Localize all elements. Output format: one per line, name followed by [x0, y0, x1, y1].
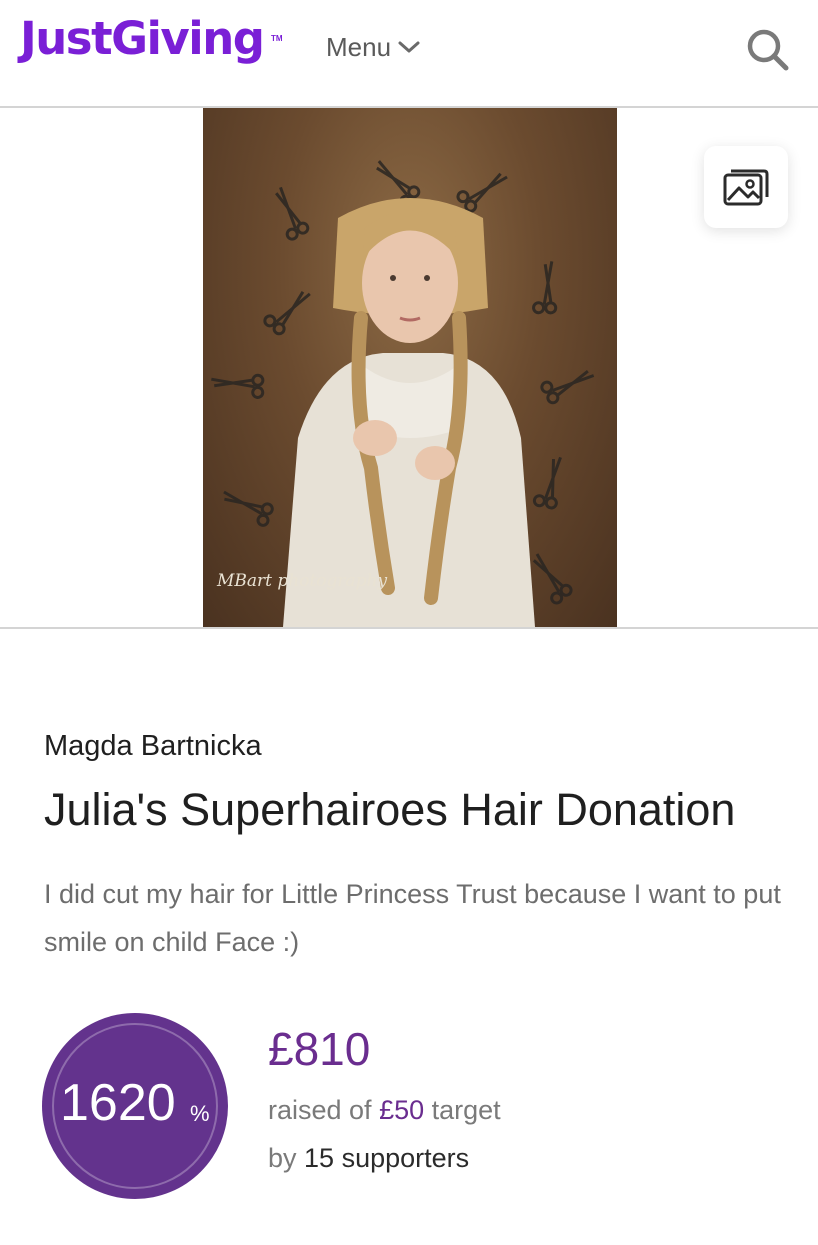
page-story: I did cut my hair for Little Princess Tr… [44, 879, 781, 957]
photo-illustration: MBart photography [211, 160, 595, 627]
fundraiser-photo: MBart photography [203, 108, 617, 627]
supporters-count[interactable]: 15 supporters [304, 1143, 469, 1173]
page-title: Julia's Superhairoes Hair Donation [44, 784, 736, 835]
raised-prefix: raised of [268, 1095, 380, 1125]
progress-percent: 1620 [60, 1074, 176, 1132]
supporters-line: by 15 supporters [268, 1143, 469, 1174]
target-suffix: target [424, 1095, 501, 1125]
target-line: raised of £50 target [268, 1095, 501, 1126]
gallery-icon [723, 169, 769, 206]
trademark-mark: TM [271, 34, 283, 43]
photo-gallery-button[interactable] [704, 146, 788, 228]
raised-amount: £810 [268, 1023, 371, 1075]
menu-button[interactable]: Menu [326, 28, 421, 66]
header: JustGiving TM Menu [0, 0, 818, 108]
menu-label: Menu [326, 31, 392, 62]
chevron-down-icon [398, 41, 420, 53]
progress-circle: 1620 % [42, 1013, 228, 1199]
by-prefix: by [268, 1143, 305, 1173]
hero-section: MBart photography [0, 108, 818, 629]
percent-sign: % [190, 1101, 210, 1126]
fundraiser-name[interactable]: Magda Bartnicka [44, 730, 262, 763]
justgiving-logo[interactable]: JustGiving [20, 14, 265, 64]
photo-watermark: MBart photography [216, 571, 388, 591]
target-amount: £50 [379, 1095, 425, 1125]
search-icon[interactable] [742, 24, 794, 76]
